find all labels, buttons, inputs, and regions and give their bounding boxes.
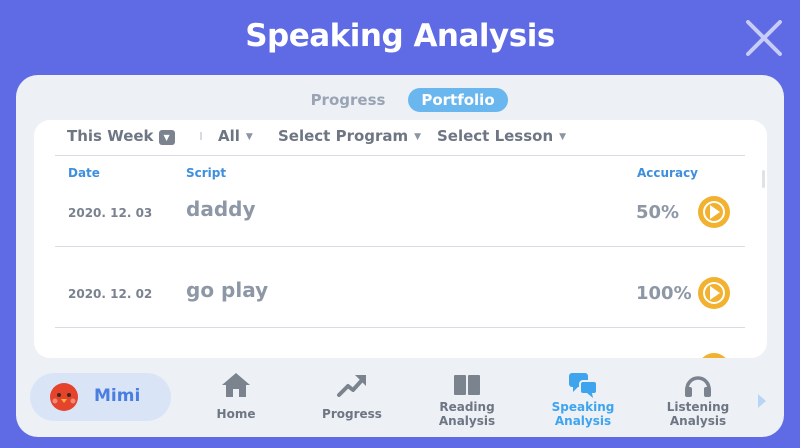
avatar — [50, 383, 78, 411]
book-icon — [454, 375, 480, 395]
nav-reading-label-line2: Analysis — [438, 414, 496, 428]
chevron-down-icon: ▼ — [245, 132, 253, 142]
row-date: 2020. 12. 02 — [68, 287, 153, 301]
nav-home-label: Home — [216, 407, 256, 421]
nav-progress[interactable]: Progress — [304, 365, 400, 437]
row-divider — [55, 327, 745, 328]
table-row: 2020. 12. 02 go play 100% — [34, 260, 767, 340]
nav-speaking-label-line2: Analysis — [554, 414, 612, 428]
tab-progress[interactable]: Progress — [298, 88, 398, 112]
page-title: Speaking Analysis — [245, 18, 555, 54]
close-icon[interactable] — [740, 14, 788, 62]
chevron-down-icon: ▼ — [559, 132, 567, 142]
nav-listening-analysis[interactable]: Listening Analysis — [650, 365, 746, 437]
filter-bar: This Week ▼ All ▼ Select Program ▼ Select L… — [34, 120, 767, 156]
home-icon — [222, 373, 250, 397]
chevron-down-icon: ▼ — [414, 132, 422, 142]
program-filter[interactable]: Select Program ▼ — [278, 127, 421, 145]
program-filter-label: Select Program — [278, 127, 409, 145]
scrollbar[interactable] — [762, 170, 765, 188]
profile-name: Mimi — [94, 386, 141, 406]
nav-speaking-analysis[interactable]: Speaking Analysis — [535, 365, 631, 437]
nav-listening-label-line2: Analysis — [669, 414, 727, 428]
row-script: daddy — [186, 197, 256, 221]
row-accuracy: 100% — [636, 283, 692, 304]
scope-filter[interactable]: All ▼ — [218, 127, 253, 145]
divider — [55, 155, 745, 156]
column-header-script: Script — [186, 166, 227, 180]
table-row: 2020. 12. 03 daddy 50% — [34, 180, 767, 260]
row-accuracy: 50% — [636, 202, 680, 223]
trend-arrow-icon — [337, 375, 366, 397]
nav-listening-label-line1: Listening — [666, 400, 730, 414]
dropdown-box-icon: ▼ — [158, 130, 175, 145]
portfolio-card: This Week ▼ All ▼ Select Program ▼ Select L… — [34, 120, 767, 358]
lesson-filter[interactable]: Select Lesson ▼ — [437, 127, 566, 145]
nav-reading-analysis[interactable]: Reading Analysis — [419, 365, 515, 437]
nav-progress-label: Progress — [322, 407, 382, 421]
period-filter-label: This Week — [67, 127, 154, 145]
analysis-panel: Progress Portfolio This Week ▼ All ▼ Selec… — [16, 75, 784, 437]
tab-bar: Progress Portfolio — [16, 88, 784, 112]
row-divider — [55, 246, 745, 247]
bottom-nav: Mimi Home Progress Reading Analysis Spea… — [16, 365, 784, 437]
tab-portfolio[interactable]: Portfolio — [408, 88, 508, 112]
play-icon[interactable] — [698, 196, 730, 228]
scope-filter-label: All — [218, 127, 240, 145]
speech-bubbles-icon — [569, 373, 598, 398]
play-icon[interactable] — [698, 353, 730, 358]
row-date: 2020. 12. 03 — [68, 206, 153, 220]
headphones-icon — [685, 376, 711, 397]
row-script: go play — [186, 278, 269, 302]
play-icon[interactable] — [698, 277, 730, 309]
column-header-accuracy: Accuracy — [637, 166, 699, 180]
filter-divider — [200, 132, 202, 140]
nav-speaking-label-line1: Speaking — [551, 400, 615, 414]
chevron-right-icon[interactable] — [758, 394, 766, 408]
nav-home[interactable]: Home — [188, 365, 284, 437]
profile-button[interactable]: Mimi — [30, 373, 171, 421]
column-header-date: Date — [68, 166, 100, 180]
lesson-filter-label: Select Lesson — [437, 127, 554, 145]
nav-reading-label-line1: Reading — [439, 400, 495, 414]
period-filter[interactable]: This Week ▼ — [67, 127, 175, 145]
